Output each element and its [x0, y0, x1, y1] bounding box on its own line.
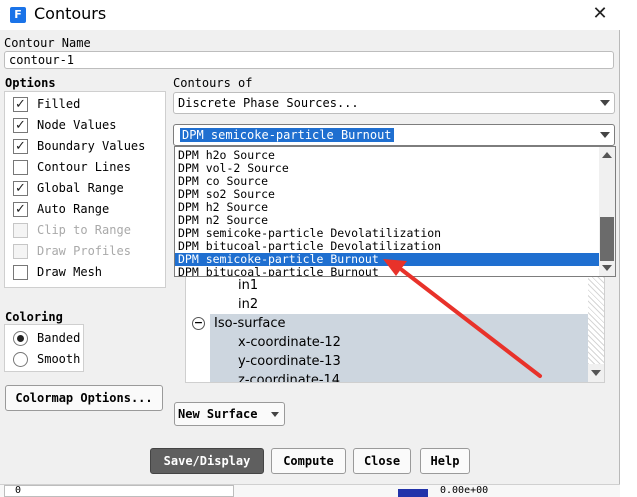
arrow-shaft [400, 268, 542, 378]
annotation-arrow [383, 259, 542, 378]
